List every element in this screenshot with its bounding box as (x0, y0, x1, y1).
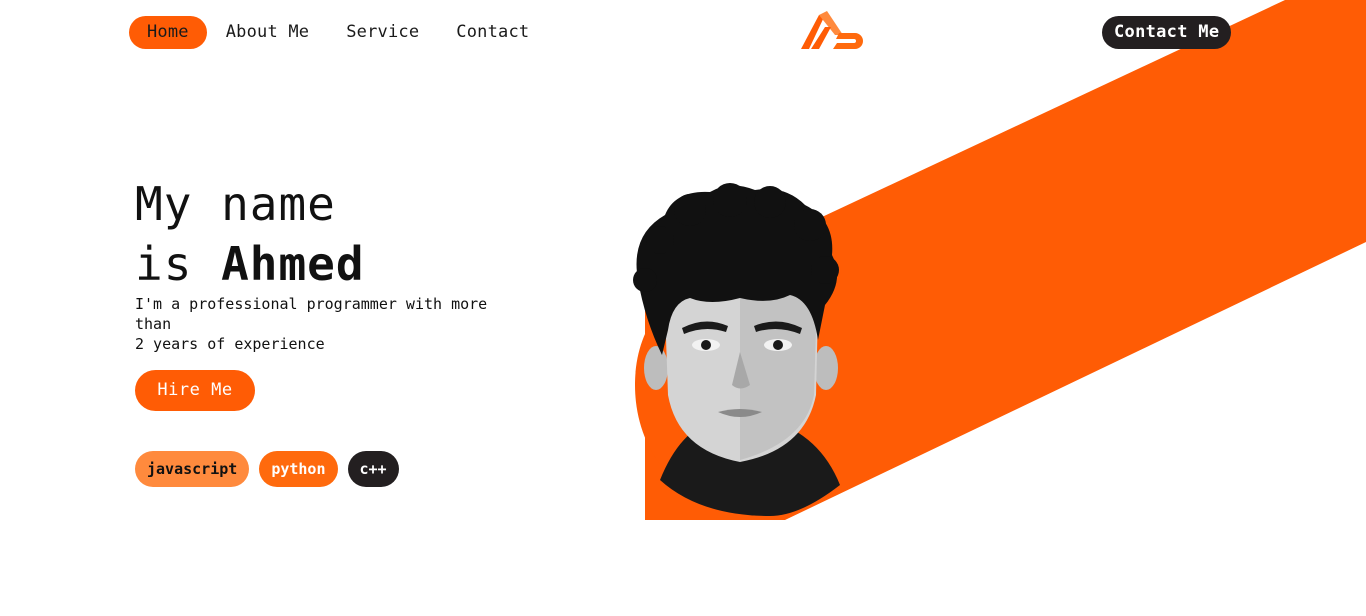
tagline-line1: I'm a professional programmer with more … (135, 295, 488, 333)
nav-about-me[interactable]: About Me (208, 16, 327, 49)
skill-tag-python: python (259, 451, 338, 487)
skill-tag-javascript: javascript (135, 451, 250, 487)
hero-title-line1: My name (135, 177, 336, 231)
profile-portrait (633, 183, 840, 516)
nav-home[interactable]: Home (129, 16, 207, 49)
hero-name: Ahmed (221, 237, 365, 291)
main-nav: Home About Me Service Contact (129, 16, 548, 49)
nav-contact[interactable]: Contact (438, 16, 547, 49)
brand-logo[interactable] (799, 9, 865, 51)
hire-me-button[interactable]: Hire Me (135, 370, 255, 411)
skill-tags: javascript python c++ (135, 451, 409, 487)
hero-section: My name is Ahmed I'm a professional prog… (135, 174, 555, 354)
tagline-line2: 2 years of experience (135, 335, 325, 353)
skill-tag-cpp: c++ (347, 451, 399, 487)
hero-title: My name is Ahmed (135, 174, 555, 294)
contact-me-button[interactable]: Contact Me (1102, 16, 1232, 49)
hero-title-prefix: is (135, 237, 222, 291)
hero-tagline: I'm a professional programmer with more … (135, 294, 495, 354)
nav-service[interactable]: Service (328, 16, 437, 49)
